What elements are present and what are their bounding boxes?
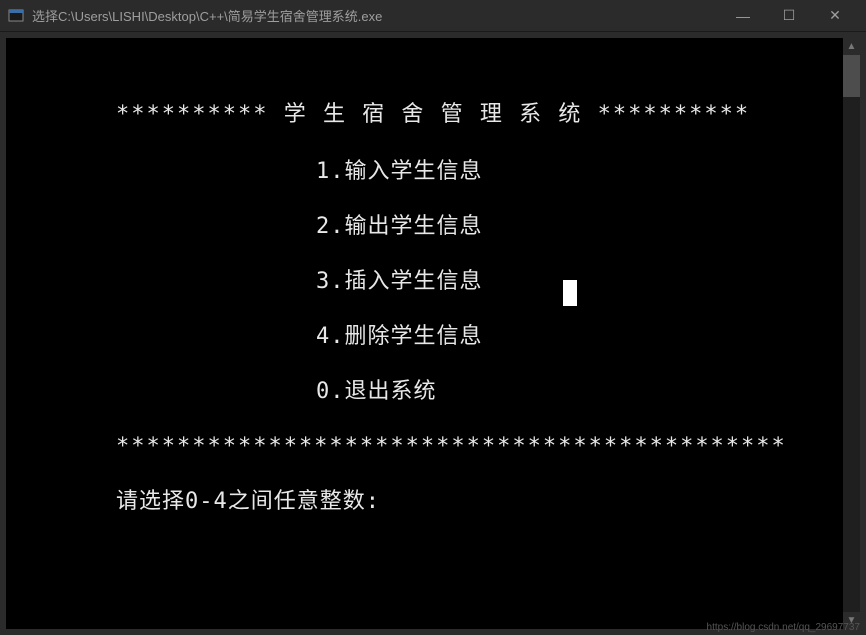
minimize-button[interactable]: — xyxy=(720,0,766,32)
menu-item-1: 1.输入学生信息 xyxy=(6,155,860,188)
menu-header: ********** 学 生 宿 舍 管 理 系 统 ********** xyxy=(6,98,860,131)
titlebar: 选择C:\Users\LISHI\Desktop\C++\简易学生宿舍管理系统.… xyxy=(0,0,866,32)
scrollbar[interactable]: ▲ ▼ xyxy=(843,38,860,629)
scrollbar-up-button[interactable]: ▲ xyxy=(843,38,860,55)
console-window: 选择C:\Users\LISHI\Desktop\C++\简易学生宿舍管理系统.… xyxy=(0,0,866,635)
maximize-button[interactable]: ☐ xyxy=(766,0,812,32)
menu-item-0: 0.退出系统 xyxy=(6,375,860,408)
app-icon xyxy=(8,8,24,24)
scrollbar-thumb[interactable] xyxy=(843,55,860,97)
close-button[interactable]: ✕ xyxy=(812,0,858,32)
menu-footer: ****************************************… xyxy=(6,430,860,463)
console-content: ********** 学 生 宿 舍 管 理 系 统 ********** 1.… xyxy=(6,38,860,518)
window-title: 选择C:\Users\LISHI\Desktop\C++\简易学生宿舍管理系统.… xyxy=(32,6,720,25)
window-controls: — ☐ ✕ xyxy=(720,0,858,32)
console-area[interactable]: ********** 学 生 宿 舍 管 理 系 统 ********** 1.… xyxy=(6,38,860,629)
menu-item-3: 3.插入学生信息 xyxy=(6,265,483,298)
input-prompt: 请选择0-4之间任意整数: xyxy=(6,485,860,518)
watermark: https://blog.csdn.net/qq_29697737 xyxy=(707,622,860,633)
text-cursor xyxy=(563,280,577,306)
menu-item-2: 2.输出学生信息 xyxy=(6,210,860,243)
menu-item-4: 4.删除学生信息 xyxy=(6,320,860,353)
